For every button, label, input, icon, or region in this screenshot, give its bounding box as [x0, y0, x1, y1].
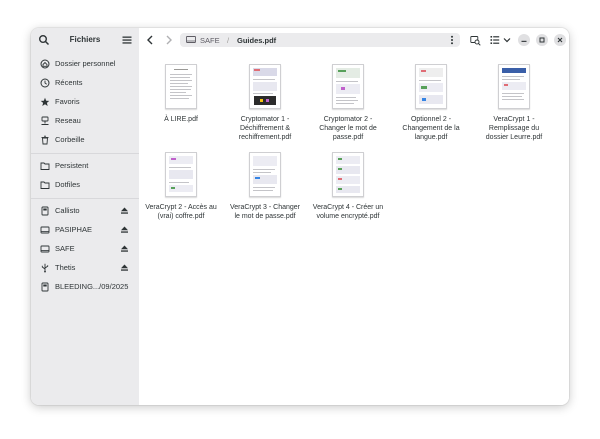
- eject-icon[interactable]: [120, 244, 129, 253]
- usb-icon: [40, 263, 50, 273]
- eject-icon[interactable]: [120, 206, 129, 215]
- breadcrumb-separator: /: [227, 36, 230, 45]
- file-item[interactable]: VeraCrypt 1 - Remplissage du dossier Leu…: [478, 64, 550, 142]
- maximize-icon: [539, 37, 545, 43]
- sidebar-item-safe[interactable]: SAFE: [35, 240, 135, 257]
- sidebar-item-favorites[interactable]: Favoris: [35, 93, 135, 110]
- pdf-thumbnail: [332, 64, 364, 109]
- sidebar-item-trash[interactable]: Corbeille: [35, 131, 135, 148]
- sidebar-item-thetis[interactable]: Thetis: [35, 259, 135, 276]
- file-item[interactable]: VeraCrypt 2 - Accès au (vrai) coffre.pdf: [145, 152, 217, 221]
- maximize-button[interactable]: [536, 34, 548, 46]
- sidebar-item-home[interactable]: Dossier personnel: [35, 55, 135, 72]
- forward-button[interactable]: [163, 34, 175, 46]
- network-icon: [40, 116, 50, 126]
- file-name: Cryptomator 2 - Changer le mot de passe.…: [319, 116, 377, 141]
- sidebar-divider: [31, 153, 139, 154]
- sidebar-item-label: Thetis: [55, 263, 76, 272]
- sidebar-item-network[interactable]: Reseau: [35, 112, 135, 129]
- sidebar-header: Fichiers: [31, 28, 139, 52]
- sidebar-item-label: PASIPHAE: [55, 225, 92, 234]
- sidebar-item-bleeding[interactable]: BLEEDING.../09/2025: [35, 278, 135, 295]
- view-toggle-button[interactable]: [489, 34, 501, 46]
- file-item[interactable]: À LIRE.pdf: [145, 64, 217, 124]
- sidebar-item-label: Favoris: [55, 97, 80, 106]
- file-name: VeraCrypt 4 - Créer un volume encrypté.p…: [312, 204, 384, 220]
- pdf-thumbnail: [415, 64, 447, 109]
- close-icon: [557, 37, 563, 43]
- clock-icon: [40, 78, 50, 88]
- sidebar-item-label: SAFE: [55, 244, 75, 253]
- more-vertical-icon[interactable]: [450, 35, 454, 45]
- sidebar-item-label: Dotfiles: [55, 180, 81, 189]
- view-options-button[interactable]: [501, 34, 513, 46]
- sidebar-item-label: Corbeille: [55, 135, 85, 144]
- pdf-thumbnail: [332, 152, 364, 197]
- file-item[interactable]: Cryptomator 2 - Changer le mot de passe.…: [312, 64, 384, 142]
- file-item[interactable]: VeraCrypt 3 - Changer le mot de passe.pd…: [229, 152, 301, 221]
- sidebar-item-label: BLEEDING.../09/2025: [55, 282, 129, 291]
- folder-icon: [40, 161, 50, 171]
- file-manager-window: Fichiers Dossier personnel Récents Favor…: [31, 28, 569, 405]
- pdf-thumbnail: [165, 152, 197, 197]
- close-button[interactable]: [554, 34, 566, 46]
- list-view-icon: [490, 36, 500, 44]
- drive-icon: [40, 206, 50, 216]
- laptop-drive-icon: [40, 225, 50, 235]
- header-bar: SAFE / Guides.pdf: [139, 28, 569, 52]
- file-name: Cryptomator 1 - Déchiffrement & rechiffr…: [238, 116, 292, 141]
- star-icon: [40, 97, 50, 107]
- file-item[interactable]: Cryptomator 1 - Déchiffrement & rechiffr…: [229, 64, 301, 142]
- hamburger-menu-icon[interactable]: [121, 34, 133, 46]
- sidebar-item-recent[interactable]: Récents: [35, 74, 135, 91]
- path-bar[interactable]: SAFE / Guides.pdf: [180, 33, 460, 47]
- sidebar-item-dotfiles[interactable]: Dotfiles: [35, 176, 135, 193]
- sidebar-item-persistent[interactable]: Persistent: [35, 157, 135, 174]
- home-icon: [40, 59, 50, 69]
- eject-icon[interactable]: [120, 263, 129, 272]
- laptop-drive-icon: [186, 36, 196, 43]
- sidebar: Fichiers Dossier personnel Récents Favor…: [31, 28, 139, 405]
- chevron-down-icon: [503, 38, 511, 43]
- pdf-thumbnail: [165, 64, 197, 109]
- search-icon: [469, 35, 481, 46]
- sidebar-item-label: Persistent: [55, 161, 89, 170]
- sidebar-item-label: Callisto: [55, 206, 80, 215]
- trash-icon: [40, 135, 50, 145]
- minimize-button[interactable]: [518, 34, 530, 46]
- sidebar-item-label: Dossier personnel: [55, 59, 116, 68]
- file-name: VeraCrypt 2 - Accès au (vrai) coffre.pdf: [145, 204, 217, 220]
- file-name: VeraCrypt 3 - Changer le mot de passe.pd…: [229, 204, 301, 220]
- pdf-thumbnail: [249, 152, 281, 197]
- pdf-thumbnail: [249, 64, 281, 109]
- sidebar-item-label: Reseau: [55, 116, 81, 125]
- file-item[interactable]: VeraCrypt 4 - Créer un volume encrypté.p…: [312, 152, 384, 221]
- main-content: SAFE / Guides.pdf À LIRE.pdf Cryptomator…: [139, 28, 569, 405]
- eject-icon[interactable]: [120, 225, 129, 234]
- breadcrumb-segment[interactable]: SAFE: [200, 36, 220, 45]
- file-item[interactable]: Optionnel 2 - Changement de la langue.pd…: [395, 64, 467, 142]
- sidebar-item-label: Récents: [55, 78, 83, 87]
- file-name: Optionnel 2 - Changement de la langue.pd…: [402, 116, 460, 141]
- drive-icon: [40, 282, 50, 292]
- search-button[interactable]: [469, 34, 481, 46]
- sidebar-divider: [31, 198, 139, 199]
- back-button[interactable]: [144, 34, 156, 46]
- breadcrumb-current[interactable]: Guides.pdf: [237, 36, 276, 45]
- back-arrow-icon: [147, 35, 153, 45]
- forward-arrow-icon: [166, 35, 172, 45]
- laptop-drive-icon: [40, 244, 50, 254]
- pdf-thumbnail: [498, 64, 530, 109]
- sidebar-item-callisto[interactable]: Callisto: [35, 202, 135, 219]
- file-name: À LIRE.pdf: [164, 116, 198, 123]
- sidebar-item-pasiphae[interactable]: PASIPHAE: [35, 221, 135, 238]
- minimize-icon: [521, 40, 527, 42]
- folder-icon: [40, 180, 50, 190]
- file-name: VeraCrypt 1 - Remplissage du dossier Leu…: [485, 116, 543, 141]
